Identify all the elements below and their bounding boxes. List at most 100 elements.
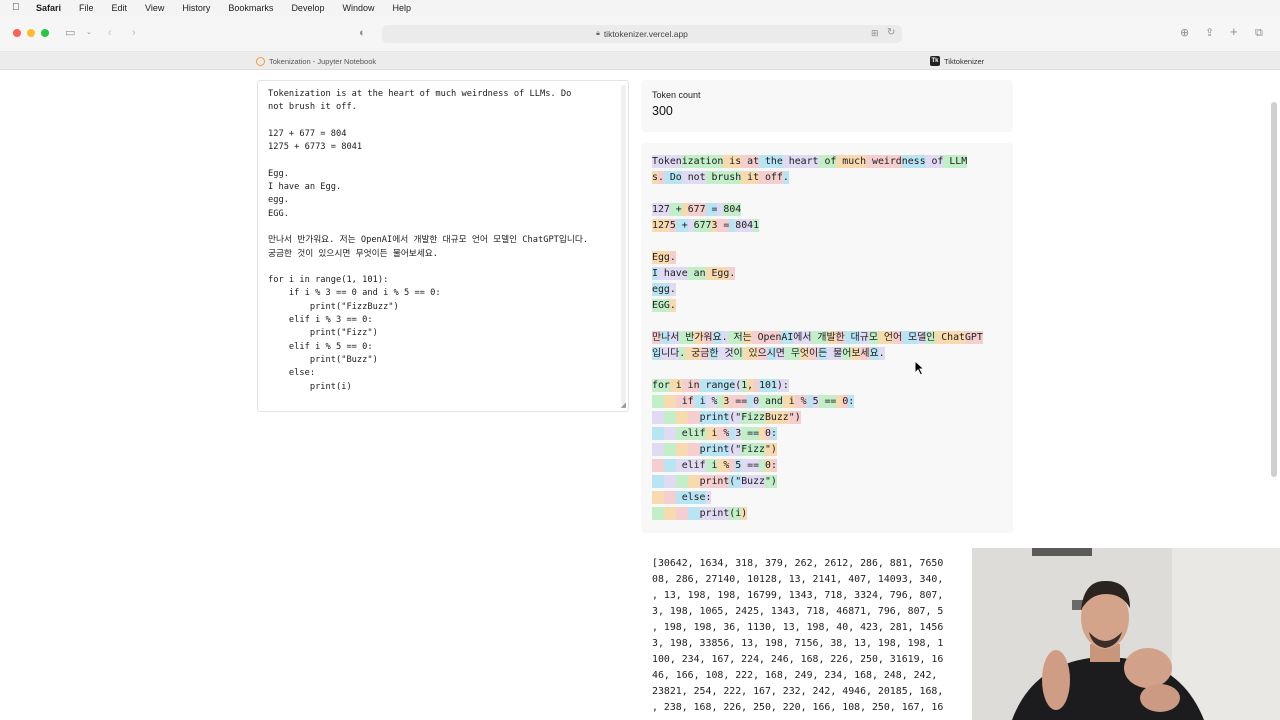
token: an — [687, 267, 706, 280]
browser-toolbar: ▭ ⌄ ‹ › ◐ 🔒︎ tiktokenizer.vercel.app ⊞ ↻… — [0, 16, 1280, 52]
token: for — [652, 379, 670, 392]
menu-bar:  Safari File Edit View History Bookmark… — [0, 0, 1280, 16]
address-bar[interactable]: 🔒︎ tiktokenizer.vercel.app — [382, 25, 902, 43]
token-line: print("FizzBuzz") — [652, 410, 983, 426]
token: (" — [729, 475, 742, 488]
token: of — [925, 155, 944, 168]
download-icon[interactable]: ⊕ — [1180, 26, 1189, 40]
token: 궁 — [685, 347, 701, 360]
token: 규 — [859, 331, 869, 344]
input-text[interactable]: Tokenization is at the heart of much wei… — [258, 81, 628, 401]
token: print — [699, 411, 730, 424]
token: it — [741, 171, 760, 184]
token-ids-line: 23821, 254, 222, 167, 232, 242, 4946, 20… — [652, 686, 944, 697]
token: 워 — [703, 331, 713, 344]
sidebar-icon[interactable]: ▭ — [65, 26, 75, 40]
token: range — [699, 379, 736, 392]
token: (" — [729, 411, 742, 424]
token: 입 — [652, 347, 662, 360]
token: 으 — [757, 347, 767, 360]
token-line: elif i % 3 == 0: — [652, 426, 983, 442]
token-line: 입니다. 궁금한 것이 있으시면 무엇이든 물어보세요. — [652, 346, 983, 362]
token: : — [705, 491, 712, 504]
resize-handle-icon[interactable]: ◢ — [621, 401, 626, 409]
forward-icon[interactable]: › — [132, 26, 136, 40]
token: . — [721, 331, 728, 344]
back-icon[interactable]: ‹ — [108, 26, 112, 40]
minimize-window-button[interactable] — [27, 29, 35, 37]
token: 개 — [811, 331, 827, 344]
token-line: 1275 + 6773 = 8041 — [652, 218, 983, 234]
token: print — [699, 443, 730, 456]
token: 저 — [727, 331, 743, 344]
token: heart — [782, 155, 819, 168]
token: 804 — [735, 219, 754, 232]
editor-scrollbar[interactable] — [621, 85, 626, 405]
menu-bookmarks[interactable]: Bookmarks — [228, 3, 273, 13]
token — [687, 475, 700, 488]
reload-icon[interactable]: ↻ — [887, 26, 895, 40]
token: == — [729, 395, 748, 408]
token: the — [759, 155, 783, 168]
token-ids-line: , 198, 198, 36, 1130, 13, 198, 40, 423, … — [652, 622, 944, 633]
token: 발 — [826, 331, 836, 344]
token: EGG — [652, 299, 670, 312]
token: 이 — [809, 347, 819, 360]
token: == — [741, 459, 760, 472]
sidebar-menu-chevron-icon[interactable]: ⌄ — [86, 26, 92, 40]
menu-edit[interactable]: Edit — [112, 3, 128, 13]
token-line: 127 + 677 = 804 — [652, 202, 983, 218]
token: print — [699, 507, 730, 520]
token-line: print("Buzz") — [652, 474, 983, 490]
token: 무 — [784, 347, 800, 360]
token: LLM — [943, 155, 968, 168]
token: brush — [705, 171, 742, 184]
menu-window[interactable]: Window — [342, 3, 374, 13]
input-text-editor[interactable]: Tokenization is at the heart of much wei… — [257, 80, 629, 412]
tab-overview-icon[interactable]: ⧉ — [1255, 26, 1263, 40]
token: 든 — [818, 347, 828, 360]
token — [652, 427, 664, 440]
token: 한 — [835, 331, 845, 344]
token: % — [705, 395, 718, 408]
token: . — [729, 267, 736, 280]
token: 모 — [902, 331, 918, 344]
zoom-window-button[interactable] — [41, 29, 49, 37]
token: if — [675, 395, 694, 408]
menu-safari[interactable]: Safari — [36, 3, 61, 13]
token: in — [681, 379, 700, 392]
token: . — [657, 171, 664, 184]
token: GPT — [964, 331, 983, 344]
tokenized-text-panel: Tokenization is at the heart of much wei… — [641, 143, 1013, 533]
menu-view[interactable]: View — [145, 3, 164, 13]
token: : — [770, 459, 777, 472]
tab-tiktokenizer[interactable]: Tk Tiktokenizer — [930, 52, 984, 70]
token: % — [794, 395, 807, 408]
token-line: I have an Egg. — [652, 266, 983, 282]
privacy-icon[interactable]: ◐ — [359, 26, 366, 40]
token: Buzz — [741, 475, 765, 488]
menu-help[interactable]: Help — [392, 3, 411, 13]
token — [663, 443, 676, 456]
translate-icon[interactable]: ⊞ — [871, 26, 879, 40]
token: and — [759, 395, 783, 408]
token: 시 — [766, 347, 776, 360]
token: 언 — [877, 331, 893, 344]
tab-label: Tokenization - Jupyter Notebook — [269, 56, 377, 66]
token-line: elif i % 5 == 0: — [652, 458, 983, 474]
close-window-button[interactable] — [13, 29, 21, 37]
page-scrollbar[interactable] — [1271, 102, 1277, 477]
menu-develop[interactable]: Develop — [291, 3, 324, 13]
token: is — [723, 155, 742, 168]
token-line: if i % 3 == 0 and i % 5 == 0: — [652, 394, 983, 410]
menu-file[interactable]: File — [79, 3, 94, 13]
token: 101 — [759, 379, 777, 392]
apple-logo-icon[interactable]:  — [12, 0, 26, 16]
new-tab-icon[interactable]: + — [1230, 25, 1238, 38]
token: not — [681, 171, 706, 184]
token: ) — [741, 507, 748, 520]
token: = — [705, 203, 718, 216]
tab-jupyter-notebook[interactable]: Tokenization - Jupyter Notebook — [256, 52, 376, 70]
share-icon[interactable]: ⇪ — [1205, 26, 1214, 40]
menu-history[interactable]: History — [182, 3, 210, 13]
